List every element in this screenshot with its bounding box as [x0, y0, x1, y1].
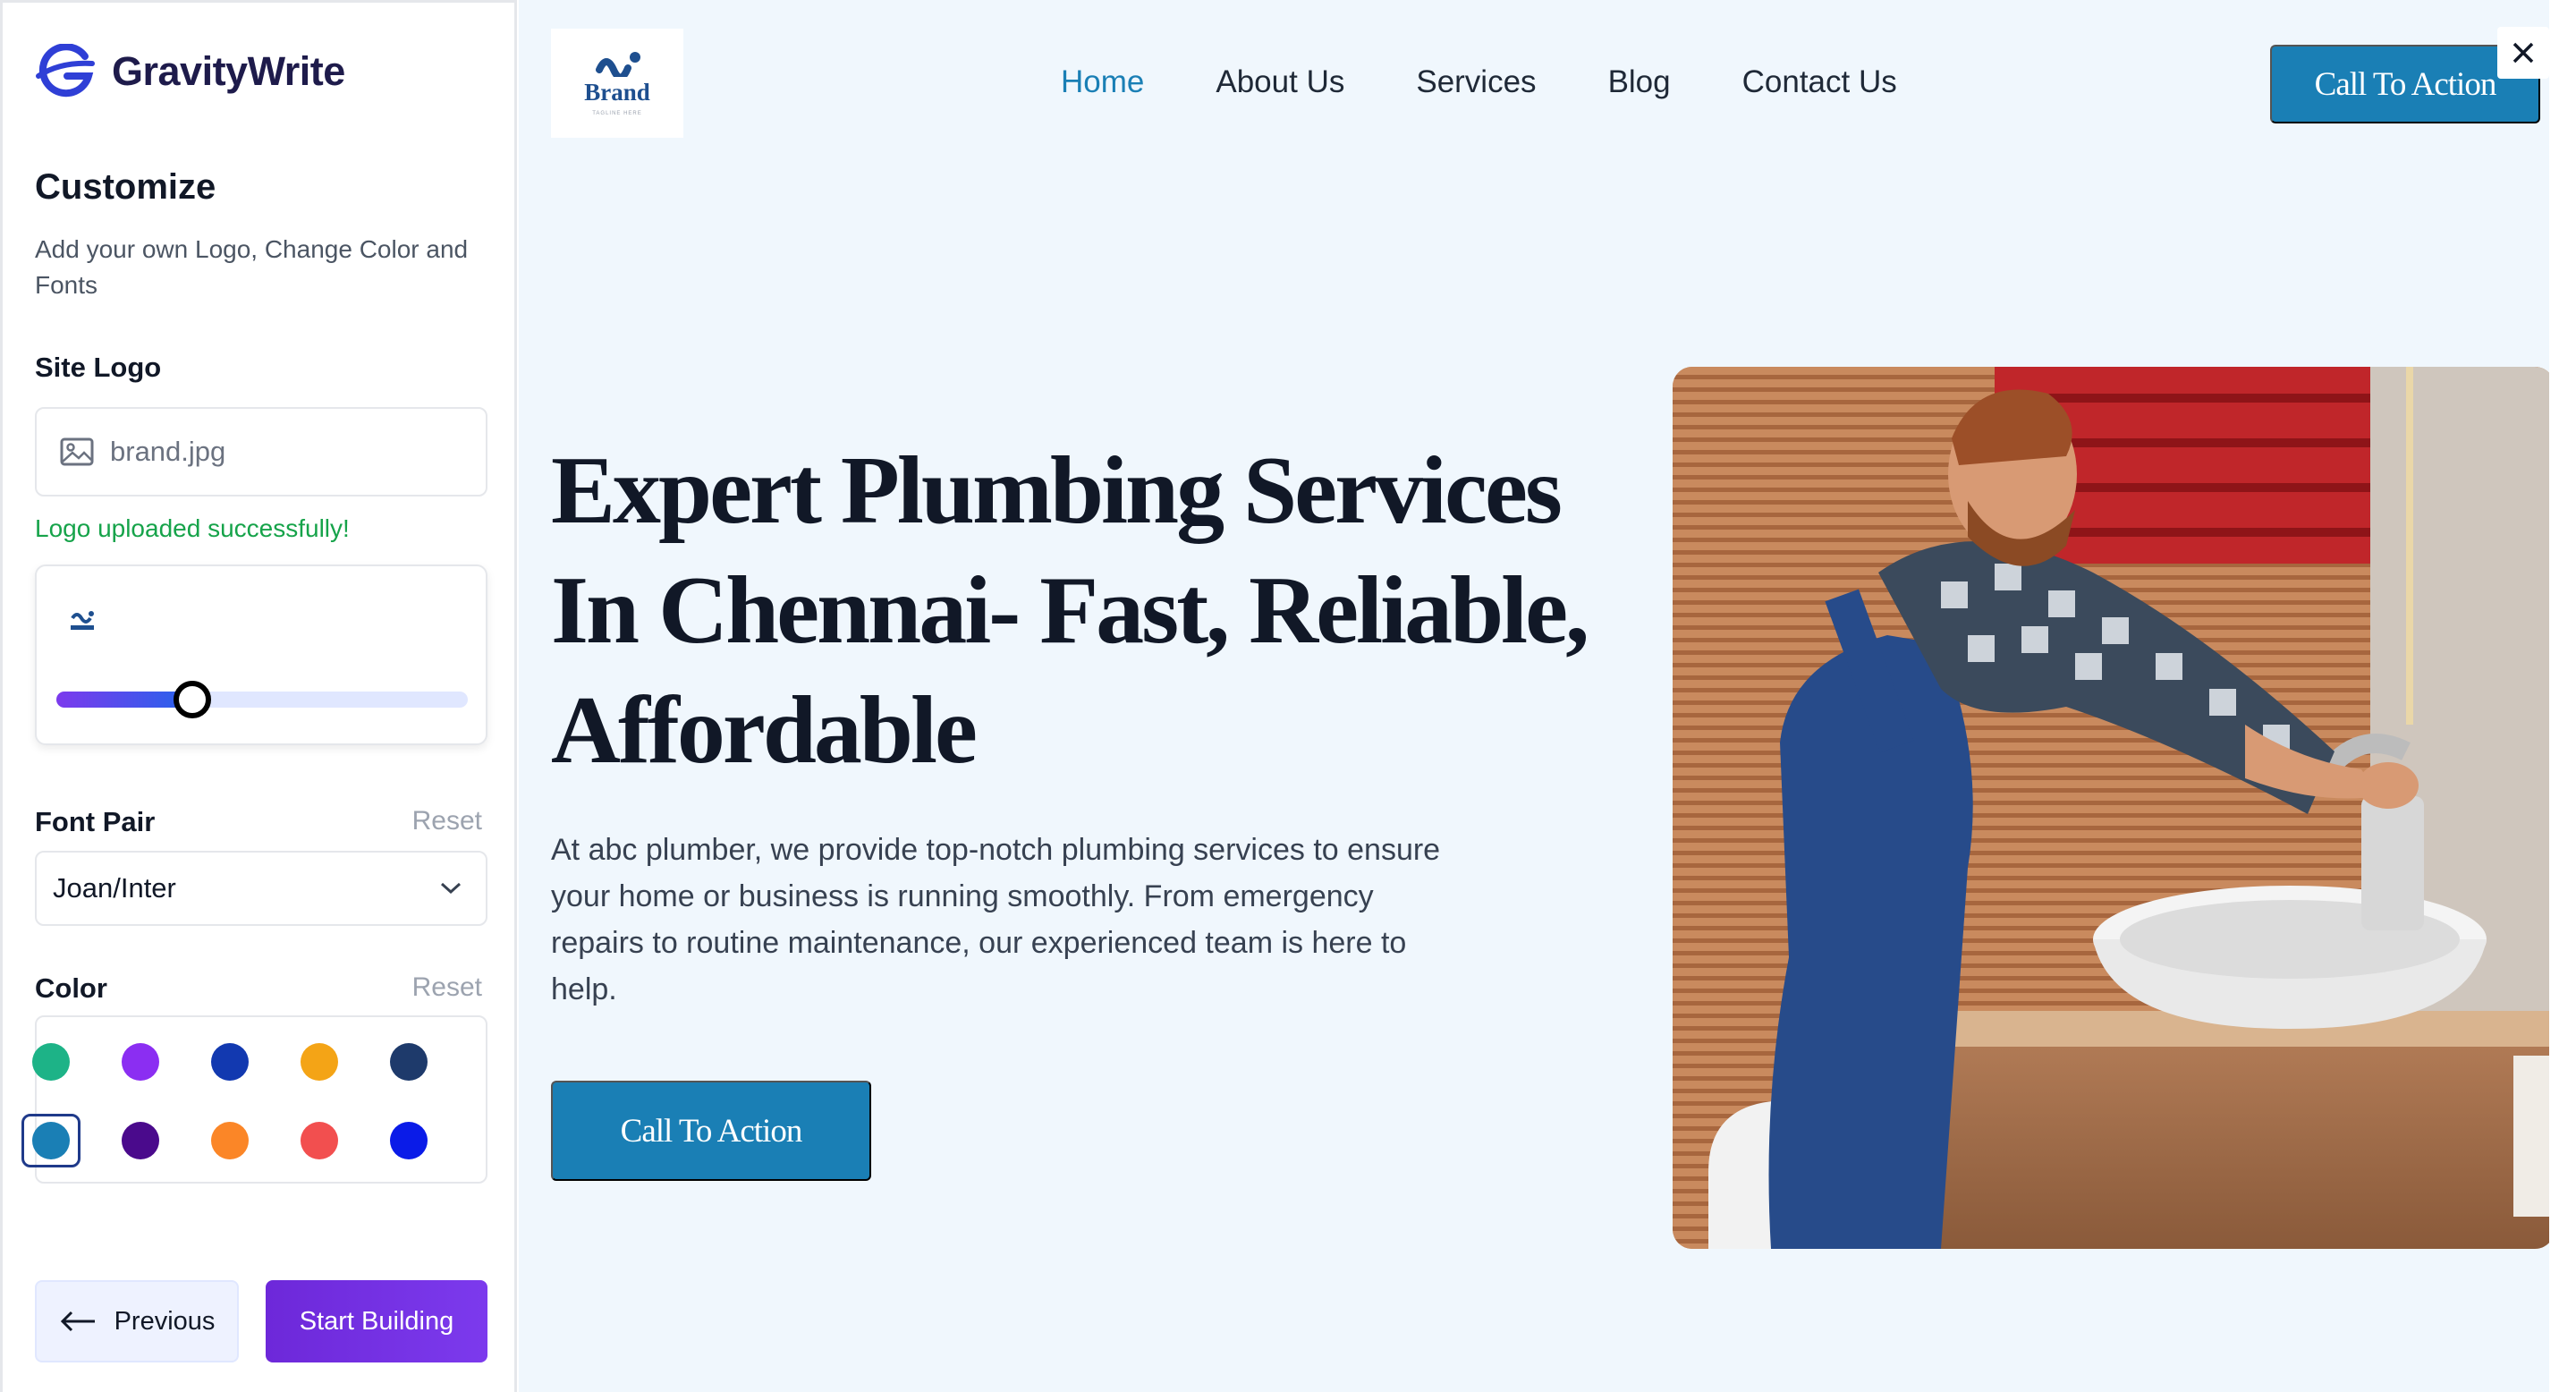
color-swatch[interactable] — [390, 1043, 428, 1081]
color-swatch[interactable] — [32, 1043, 70, 1081]
site-logo-label: Site Logo — [35, 352, 162, 383]
chevron-down-icon — [440, 882, 462, 895]
color-label: Color — [35, 972, 107, 1004]
logo-file-name: brand.jpg — [110, 436, 226, 467]
nav-item-about-us[interactable]: About Us — [1216, 64, 1344, 100]
hero-cta-button[interactable]: Call To Action — [551, 1081, 871, 1181]
upload-success-message: Logo uploaded successfully! — [35, 514, 350, 542]
app-brand[interactable]: GravityWrite — [33, 44, 345, 99]
color-reset-link[interactable]: Reset — [412, 972, 482, 1003]
app-name: GravityWrite — [112, 48, 345, 94]
hero-title: Expert Plumbing Services In Chennai- Fas… — [551, 437, 1589, 784]
start-building-button[interactable]: Start Building — [266, 1280, 487, 1362]
previous-button[interactable]: Previous — [35, 1280, 239, 1362]
site-navigation: Home About Us Services Blog Contact Us — [1061, 64, 1969, 100]
logo-size-slider-fill — [56, 692, 192, 708]
font-pair-select[interactable]: Joan/Inter — [35, 851, 487, 926]
color-swatch[interactable] — [122, 1043, 159, 1081]
font-pair-value: Joan/Inter — [53, 872, 176, 904]
page-right-margin — [2549, 0, 2576, 1392]
color-swatch[interactable] — [301, 1122, 338, 1159]
close-preview-button[interactable] — [2497, 27, 2549, 79]
color-swatch[interactable] — [32, 1122, 70, 1159]
brand-wave-logo — [596, 52, 640, 77]
nav-item-services[interactable]: Services — [1416, 64, 1536, 100]
logo-size-slider-thumb[interactable] — [173, 681, 211, 718]
color-swatch[interactable] — [211, 1122, 249, 1159]
nav-item-home[interactable]: Home — [1061, 64, 1144, 100]
website-preview: Brand TAGLINE HERE Home About Us Services B… — [519, 0, 2555, 1392]
customize-sidebar: GravityWrite Customize Add your own Logo… — [0, 0, 517, 1392]
hero-description: At abc plumber, we provide top-notch plu… — [551, 833, 1441, 1006]
logo-size-slider[interactable] — [56, 681, 468, 718]
color-swatch[interactable] — [211, 1043, 249, 1081]
color-swatch[interactable] — [301, 1043, 338, 1081]
close-icon — [2512, 42, 2534, 64]
image-icon — [60, 437, 94, 466]
customize-subtitle: Add your own Logo, Change Color and Font… — [35, 235, 469, 299]
nav-item-contact-us[interactable]: Contact Us — [1742, 64, 1897, 100]
color-swatch[interactable] — [390, 1122, 428, 1159]
start-building-label: Start Building — [299, 1306, 454, 1336]
logo-thumbnail — [71, 611, 94, 630]
color-palette — [21, 1015, 487, 1184]
plumber-illustration — [1673, 367, 2555, 1249]
font-pair-reset-link[interactable]: Reset — [412, 806, 482, 836]
nav-item-blog[interactable]: Blog — [1608, 64, 1671, 100]
previous-button-label: Previous — [114, 1306, 216, 1336]
font-pair-label: Font Pair — [35, 806, 156, 837]
logo-upload-field[interactable]: brand.jpg — [35, 407, 487, 497]
logo-preview-card — [35, 564, 487, 745]
color-swatch[interactable] — [122, 1122, 159, 1159]
arrow-left-icon — [60, 1311, 95, 1332]
site-logo-text: Brand — [584, 79, 650, 106]
site-logo[interactable]: Brand TAGLINE HERE — [551, 29, 683, 138]
customize-heading: Customize — [35, 167, 216, 207]
gravitywrite-logo-icon — [36, 44, 95, 98]
hero-image-plumber — [1673, 367, 2555, 1249]
site-logo-tagline: TAGLINE HERE — [592, 111, 642, 116]
